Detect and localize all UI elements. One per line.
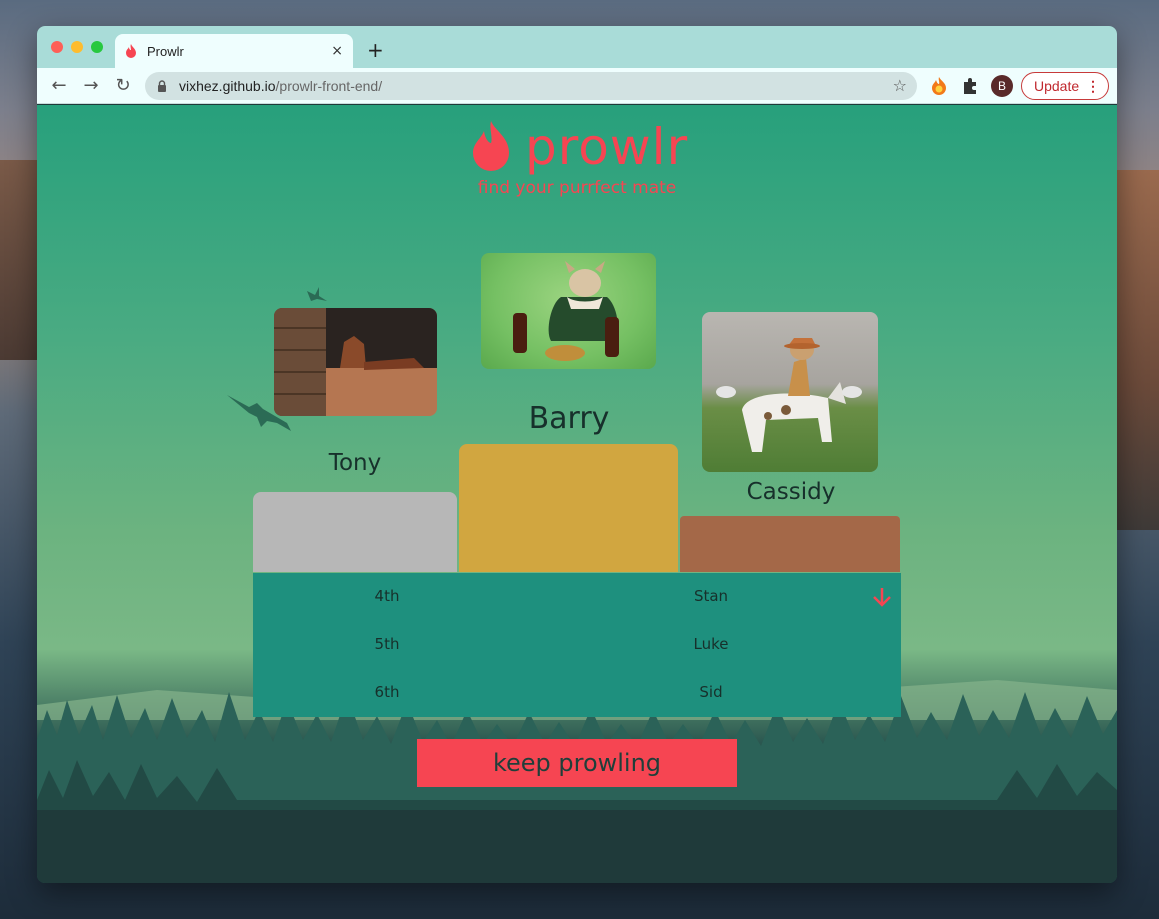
profile-avatar[interactable]: B	[991, 75, 1013, 97]
reload-icon[interactable]: ↻	[111, 74, 135, 98]
ranking-row: 5th Luke	[253, 621, 901, 669]
first-place-podium	[459, 444, 678, 572]
flame-logo-icon	[473, 121, 509, 171]
tab-title: Prowlr	[147, 43, 184, 59]
more-menu-icon[interactable]: ⋮	[1086, 73, 1100, 99]
rank-position: 4th	[374, 587, 400, 605]
maximize-window-button[interactable]	[91, 41, 103, 53]
bookmark-star-icon[interactable]: ☆	[893, 76, 907, 95]
small-bird-icon	[307, 287, 327, 301]
rank-position: 5th	[374, 635, 400, 653]
desktop-background-cliff	[1115, 170, 1159, 530]
page-content: prowlr find your purrfect mate Tony Barr…	[37, 105, 1117, 883]
fire-extension-icon[interactable]	[929, 76, 949, 96]
url-host: vixhez.github.io	[179, 78, 276, 94]
lock-icon	[158, 80, 166, 92]
ranking-row: 4th Stan	[253, 573, 901, 621]
rank-name: Stan	[693, 587, 729, 605]
update-button[interactable]: Update ⋮	[1021, 72, 1109, 100]
second-place-name: Tony	[328, 450, 382, 476]
tab-bar: Prowlr × +	[37, 26, 1117, 68]
puzzle-extensions-icon[interactable]	[960, 76, 980, 96]
tony-photo[interactable]	[274, 308, 437, 416]
rank-name: Luke	[693, 635, 729, 653]
first-place-name: Barry	[528, 401, 610, 436]
rank-position: 6th	[374, 683, 400, 701]
arrow-down-icon[interactable]	[873, 587, 891, 607]
update-label: Update	[1034, 78, 1080, 94]
tagline: find your purrfect mate	[477, 178, 677, 198]
ranking-row: 6th Sid	[253, 669, 901, 717]
browser-window: Prowlr × + ← → ↻ vixhez.github.io /prowl…	[37, 26, 1117, 883]
url-path: /prowlr-front-end/	[275, 78, 383, 94]
forward-arrow-icon[interactable]: →	[79, 74, 103, 98]
third-place-name: Cassidy	[746, 479, 836, 505]
barry-photo[interactable]	[481, 253, 656, 369]
address-bar[interactable]: vixhez.github.io /prowlr-front-end/ ☆	[145, 72, 917, 100]
bulldog-image	[513, 261, 619, 361]
rank-name: Sid	[699, 683, 723, 701]
second-place-podium	[253, 492, 457, 572]
desktop-background	[0, 160, 40, 360]
cat-cowboy-image	[716, 338, 862, 452]
flame-icon	[126, 44, 136, 58]
horse-image	[274, 308, 437, 416]
rankings-list: 4th Stan 5th Luke 6th Sid	[253, 573, 901, 717]
new-tab-button[interactable]: +	[367, 38, 384, 62]
browser-toolbar: ← → ↻ vixhez.github.io /prowlr-front-end…	[37, 68, 1117, 104]
tab-close-icon[interactable]: ×	[331, 43, 343, 59]
keep-prowling-button[interactable]: keep prowling	[417, 739, 737, 787]
logo-text: prowlr	[525, 118, 689, 176]
minimize-window-button[interactable]	[71, 41, 83, 53]
close-window-button[interactable]	[51, 41, 63, 53]
cassidy-photo[interactable]	[702, 312, 878, 472]
third-place-podium	[680, 516, 900, 572]
tab-prowlr[interactable]: Prowlr ×	[115, 34, 353, 68]
back-arrow-icon[interactable]: ←	[47, 74, 71, 98]
prowlr-logo[interactable]: prowlr	[471, 117, 688, 177]
